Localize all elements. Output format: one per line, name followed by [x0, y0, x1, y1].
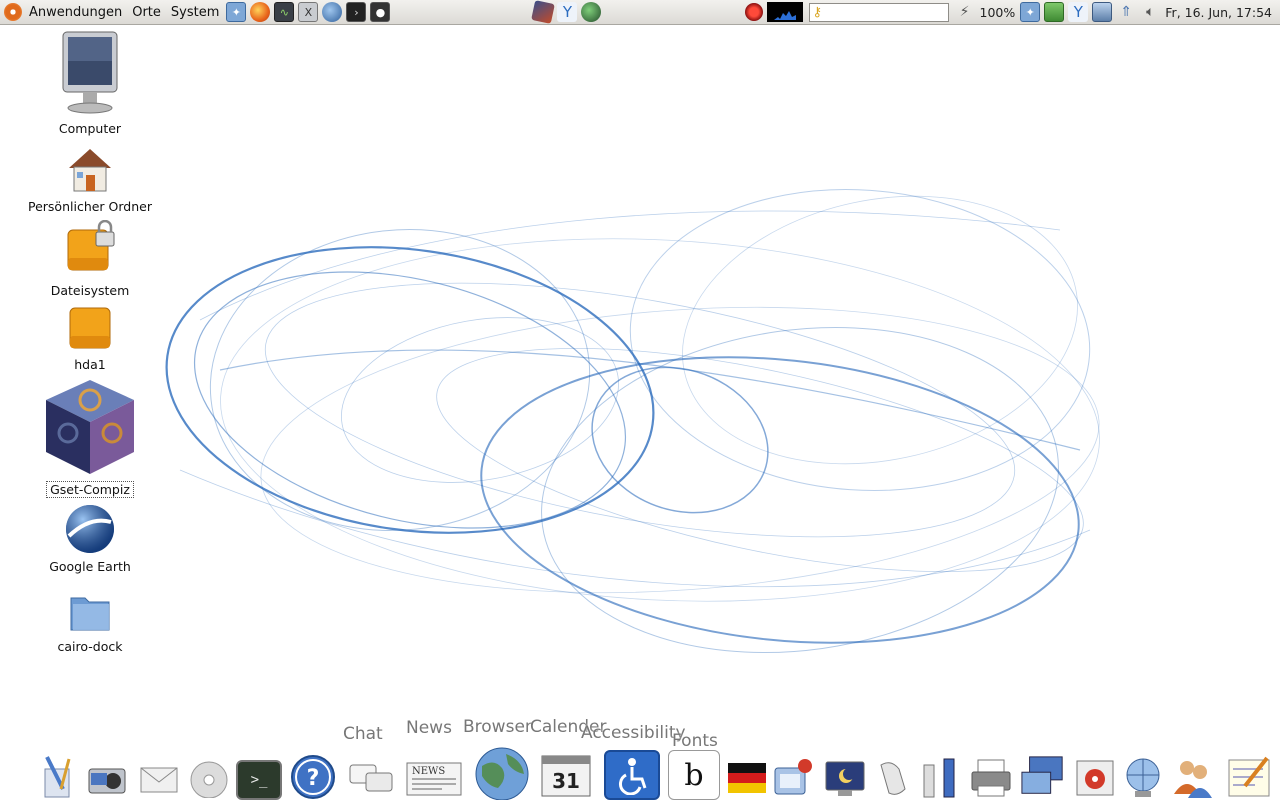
accessibility-icon[interactable] [604, 750, 660, 800]
ubuntu-logo-icon[interactable] [4, 3, 22, 21]
filesystem-drive-icon [67, 220, 115, 271]
globe-icon[interactable] [581, 2, 602, 22]
svg-text:?: ? [307, 766, 320, 791]
firefox-icon[interactable] [250, 2, 271, 22]
chat-icon[interactable] [348, 754, 394, 800]
desktop-icon-hda1[interactable]: hda1 [20, 304, 160, 373]
cairo-dock: >_ ? NEWS 31 b [0, 747, 1280, 800]
desktop-icon-cairo-dock[interactable]: cairo-dock [20, 586, 160, 655]
thunderbird-icon[interactable] [322, 2, 343, 22]
desktop-icon-label: hda1 [74, 357, 106, 372]
calendar-icon[interactable]: 31 [538, 750, 594, 800]
clipboard-icon[interactable] [1044, 2, 1065, 22]
search-input[interactable]: ⚷ [808, 2, 949, 22]
cube-icon[interactable] [531, 0, 556, 24]
dock-label-fonts: Fonts [672, 731, 718, 751]
notes-icon[interactable] [1222, 754, 1276, 800]
dictionary-tray-icon[interactable]: ✦ [1020, 2, 1041, 22]
network-icon[interactable]: Y [557, 2, 578, 22]
google-earth-icon [66, 505, 114, 553]
load-graph [773, 11, 796, 20]
computer-icon [62, 31, 118, 114]
updates-icon[interactable]: ⇑ [1116, 2, 1136, 22]
news-icon[interactable]: NEWS [404, 754, 464, 800]
network-manager-icon[interactable] [1092, 2, 1113, 22]
usb-icon[interactable] [916, 754, 962, 800]
desktop-icon-label: Gset-Compiz [46, 481, 134, 498]
menu-system[interactable]: System [166, 5, 224, 20]
dock-label-news: News [406, 718, 452, 738]
users-icon[interactable] [1170, 754, 1216, 800]
text-editor-icon[interactable] [36, 754, 82, 800]
menu-applications[interactable]: Anwendungen [24, 5, 127, 20]
clock[interactable]: Fr, 16. Jun, 17:54 [1162, 5, 1280, 20]
menu-places[interactable]: Orte [127, 5, 166, 20]
battery-icon[interactable]: ⚡ [955, 2, 975, 22]
top-panel: Anwendungen Orte System ✦ ∿ X › ● Y ⚷ ⚡ … [0, 0, 1280, 25]
dock-label-chat: Chat [343, 724, 383, 744]
desktop-icon-label: Google Earth [49, 559, 131, 574]
system-load-graph-icon[interactable] [766, 2, 803, 22]
desktop-icon-label: Computer [58, 121, 122, 136]
mouse-icon[interactable] [868, 754, 914, 800]
browser-icon[interactable] [472, 744, 532, 800]
desktop-icon-home[interactable]: Persönlicher Ordner [20, 146, 160, 215]
german-flag-icon[interactable] [724, 754, 770, 800]
media-player-icon[interactable] [1072, 754, 1118, 800]
keys-icon: ⚷ [812, 4, 823, 20]
network-globe-icon[interactable] [1120, 754, 1166, 800]
terminal-icon[interactable]: >_ [236, 760, 282, 800]
network-tray-icon[interactable]: Y [1068, 2, 1089, 22]
desktop-icon-label: cairo-dock [57, 639, 123, 654]
screensaver-icon[interactable] [822, 754, 868, 800]
battery-percentage: 100% [979, 4, 1016, 20]
mail-icon[interactable] [136, 754, 182, 800]
desktop-icon-filesystem[interactable]: Dateisystem [20, 220, 160, 299]
camera-icon[interactable] [84, 754, 130, 800]
desktop-icon-computer[interactable]: Computer [20, 28, 160, 137]
desktop-icon-label: Dateisystem [50, 283, 130, 298]
terminal-icon[interactable]: › [346, 2, 367, 22]
news-text: NEWS [412, 766, 445, 777]
printer-icon[interactable] [968, 754, 1014, 800]
compiz-cube-icon [46, 380, 134, 474]
system-monitor-icon[interactable]: ∿ [274, 2, 295, 22]
screenshot-icon[interactable]: ● [370, 2, 391, 22]
desktop-icon-label: Persönlicher Ordner [28, 199, 152, 214]
home-folder-icon [69, 149, 111, 192]
folder-icon [70, 597, 110, 631]
desktop-icon-google-earth[interactable]: Google Earth [20, 502, 160, 575]
dock-label-browser: Browser [463, 717, 532, 737]
network-config-icon[interactable] [770, 754, 816, 800]
dock-label-accessibility: Accessibility [581, 723, 686, 743]
desktop-icon-gset-compiz[interactable]: Gset-Compiz [20, 378, 160, 498]
cd-icon[interactable] [186, 754, 232, 800]
dictionary-icon[interactable]: ✦ [226, 2, 247, 22]
remote-desktop-icon[interactable] [1020, 754, 1066, 800]
wallpaper-swirl [165, 189, 1100, 654]
record-icon[interactable] [744, 3, 763, 21]
hard-drive-icon [69, 307, 111, 349]
help-icon[interactable]: ? [290, 754, 336, 800]
volume-icon[interactable]: 🔈︎ [1140, 2, 1160, 22]
calendar-day: 31 [552, 769, 580, 793]
xchat-icon[interactable]: X [298, 2, 319, 22]
fonts-icon[interactable]: b [668, 750, 720, 800]
